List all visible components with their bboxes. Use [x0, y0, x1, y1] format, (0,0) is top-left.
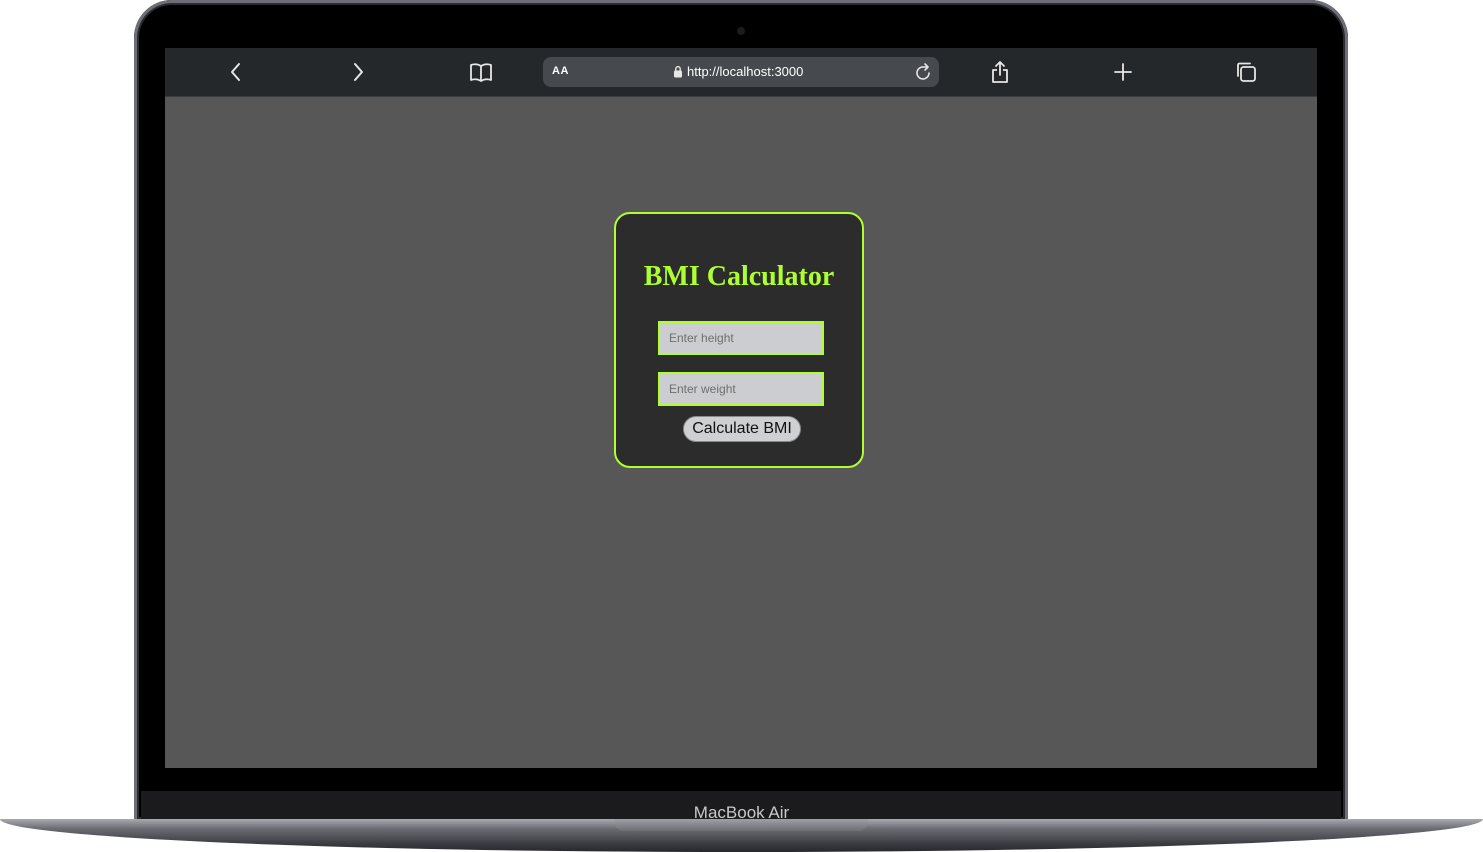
bookmarks-icon[interactable] — [469, 60, 493, 84]
share-icon[interactable] — [988, 60, 1012, 84]
new-tab-icon[interactable] — [1111, 60, 1135, 84]
laptop-mockup: AA http://localhost:3000 BMI Calculator … — [0, 0, 1483, 852]
bmi-card: BMI Calculator Calculate BMI — [614, 212, 864, 468]
forward-icon[interactable] — [346, 60, 370, 84]
weight-input[interactable] — [658, 372, 824, 406]
laptop-notch — [614, 819, 868, 831]
height-input[interactable] — [658, 321, 824, 355]
browser-toolbar: AA http://localhost:3000 — [165, 48, 1317, 97]
address-bar[interactable]: AA http://localhost:3000 — [543, 57, 939, 87]
reload-icon[interactable] — [915, 62, 933, 87]
bmi-title: BMI Calculator — [643, 261, 835, 292]
calculate-bmi-button[interactable]: Calculate BMI — [683, 416, 801, 442]
url-text: http://localhost:3000 — [687, 64, 804, 79]
tabs-icon[interactable] — [1234, 60, 1258, 84]
url-display: http://localhost:3000 — [673, 64, 803, 79]
reader-button[interactable]: AA — [552, 65, 569, 77]
lock-icon — [674, 66, 682, 78]
browser-window: AA http://localhost:3000 BMI Calculator … — [165, 48, 1317, 768]
back-icon[interactable] — [224, 60, 248, 84]
camera — [737, 27, 745, 35]
